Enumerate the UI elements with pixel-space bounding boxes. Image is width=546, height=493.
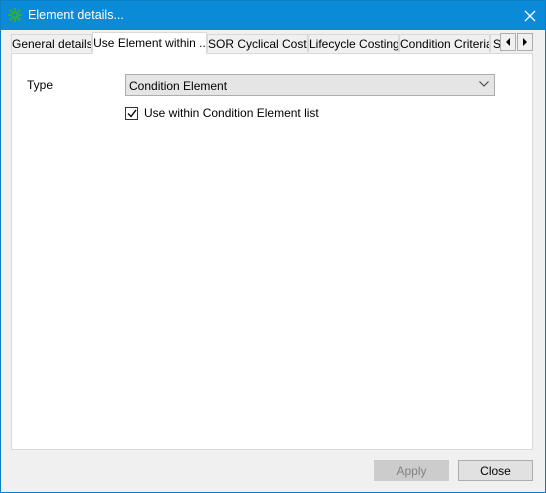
type-dropdown-value: Condition Element [129, 79, 228, 93]
tab-sor-cyclical-costs[interactable]: SOR Cyclical Costs [207, 34, 308, 52]
dialog-window: Element details... General details Use E… [0, 0, 546, 493]
use-within-row: Use within Condition Element list [125, 106, 319, 120]
tab-use-element-within[interactable]: Use Element within .. [92, 32, 207, 54]
tab-scroll-left-button[interactable] [500, 33, 516, 51]
type-dropdown[interactable]: Condition Element [125, 74, 495, 96]
tab-lifecycle-costing[interactable]: Lifecycle Costing [308, 34, 399, 52]
tab-label: Lifecycle Costing [309, 37, 399, 51]
tab-panel: Type Condition Element Use within Condit… [11, 53, 533, 450]
close-button-label: Close [480, 464, 511, 478]
tab-scroll-right-button[interactable] [517, 33, 533, 51]
tab-scroll-buttons [499, 33, 533, 51]
close-window-button[interactable] [515, 1, 545, 30]
tab-strip: General details Use Element within .. SO… [11, 32, 533, 54]
type-label: Type [27, 78, 54, 92]
close-icon [524, 10, 536, 21]
use-within-label: Use within Condition Element list [144, 106, 319, 120]
tab-label: Condition Criteria [400, 37, 490, 51]
close-button[interactable]: Close [458, 460, 533, 481]
tab-label: General details [12, 37, 92, 51]
triangle-left-icon [506, 38, 510, 46]
apply-button-label: Apply [396, 464, 427, 478]
chevron-down-icon [479, 81, 489, 87]
tab-label: SOR Cyclical Costs [208, 37, 308, 51]
tab-label: Use Element within .. [93, 36, 206, 50]
gear-app-icon [8, 8, 22, 22]
tab-condition-criteria[interactable]: Condition Criteria [399, 34, 490, 52]
use-within-checkbox[interactable] [125, 106, 138, 120]
window-title: Element details... [28, 8, 124, 22]
apply-button[interactable]: Apply [374, 460, 449, 481]
title-bar[interactable]: Element details... [1, 1, 545, 30]
check-icon [127, 109, 137, 118]
tab-general-details[interactable]: General details [11, 34, 92, 52]
triangle-right-icon [523, 38, 527, 46]
